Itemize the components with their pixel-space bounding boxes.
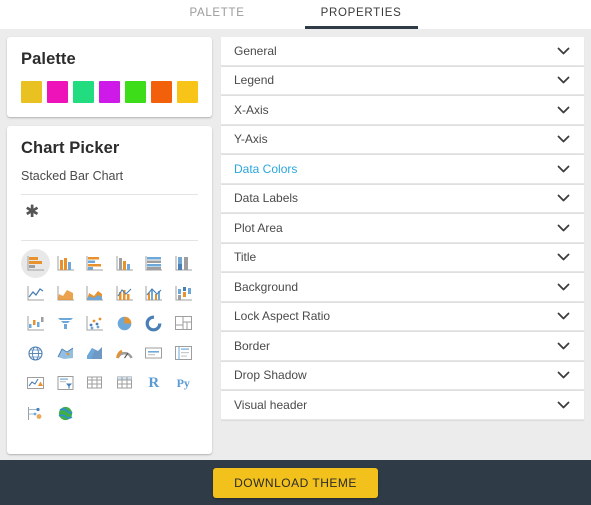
property-row-x-axis[interactable]: X-Axis: [221, 96, 584, 125]
property-label: Data Labels: [234, 191, 299, 206]
right-column: General Legend X-Axis Y-Axis Data Colors Data…: [221, 37, 584, 454]
stacked-bar-chart-icon[interactable]: [21, 248, 51, 278]
hundred-percent-stacked-bar-chart-icon[interactable]: [139, 248, 169, 278]
property-row-data-labels[interactable]: Data Labels: [221, 184, 584, 213]
download-theme-button[interactable]: DOWNLOAD THEME: [213, 467, 378, 498]
chevron-down-icon: [557, 401, 570, 409]
stacked-area-chart-icon[interactable]: [80, 278, 110, 308]
palette-swatch-2[interactable]: [47, 81, 68, 103]
clustered-bar-chart-icon[interactable]: [80, 248, 110, 278]
stacked-column-chart-icon[interactable]: [110, 248, 140, 278]
selected-chart-label: Stacked Bar Chart: [21, 169, 124, 183]
property-row-legend[interactable]: Legend: [221, 66, 584, 95]
palette-swatches: [21, 81, 198, 103]
chart-picker-title: Chart Picker: [21, 139, 120, 157]
divider-bottom: [21, 240, 198, 241]
properties-list: General Legend X-Axis Y-Axis Data Colors Data…: [221, 37, 584, 454]
chevron-down-icon: [557, 224, 570, 232]
property-label: Y-Axis: [234, 132, 268, 147]
funnel-chart-icon[interactable]: [51, 308, 81, 338]
table-icon[interactable]: [80, 368, 110, 398]
property-label: X-Axis: [234, 102, 269, 117]
palette-card: Palette: [7, 37, 212, 117]
line-clustered-column-chart-icon[interactable]: [139, 278, 169, 308]
property-label: Drop Shadow: [234, 368, 307, 383]
py-glyph: Py: [176, 375, 190, 390]
chevron-down-icon: [557, 135, 570, 143]
chevron-down-icon: [557, 342, 570, 350]
property-label: Legend: [234, 73, 275, 88]
property-label: Data Colors: [234, 161, 298, 176]
property-row-lock-aspect-ratio[interactable]: Lock Aspect Ratio: [221, 302, 584, 331]
chart-icon-grid: R Py: [21, 248, 198, 428]
palette-title: Palette: [21, 50, 76, 68]
waterfall-chart-icon[interactable]: [21, 308, 51, 338]
property-row-title[interactable]: Title: [221, 243, 584, 272]
palette-swatch-4[interactable]: [99, 81, 120, 103]
ribbon-chart-icon[interactable]: [169, 278, 199, 308]
palette-swatch-3[interactable]: [73, 81, 94, 103]
python-visual-icon[interactable]: Py: [169, 368, 199, 398]
arcgis-map-icon[interactable]: [51, 398, 81, 428]
chevron-down-icon: [557, 194, 570, 202]
property-row-y-axis[interactable]: Y-Axis: [221, 125, 584, 154]
area-chart-icon[interactable]: [51, 278, 81, 308]
line-chart-icon[interactable]: [21, 278, 51, 308]
property-label: Background: [234, 279, 299, 294]
custom-marker[interactable]: ✱: [21, 195, 198, 229]
r-script-visual-icon[interactable]: R: [139, 368, 169, 398]
property-row-drop-shadow[interactable]: Drop Shadow: [221, 361, 584, 390]
chevron-down-icon: [557, 76, 570, 84]
property-row-background[interactable]: Background: [221, 273, 584, 302]
kpi-icon[interactable]: [21, 368, 51, 398]
property-row-border[interactable]: Border: [221, 332, 584, 361]
chevron-down-icon: [557, 371, 570, 379]
main-tabbar: PALETTE PROPERTIES: [0, 0, 591, 29]
property-label: Border: [234, 338, 271, 353]
property-row-plot-area[interactable]: Plot Area: [221, 214, 584, 243]
chevron-down-icon: [557, 283, 570, 291]
pie-chart-icon[interactable]: [110, 308, 140, 338]
property-label: Title: [234, 250, 257, 265]
r-glyph: R: [148, 374, 160, 391]
chevron-down-icon: [557, 106, 570, 114]
chevron-down-icon: [557, 165, 570, 173]
property-label: Lock Aspect Ratio: [234, 309, 331, 324]
matrix-icon[interactable]: [110, 368, 140, 398]
key-influencers-icon[interactable]: [21, 398, 51, 428]
hundred-percent-stacked-column-chart-icon[interactable]: [169, 248, 199, 278]
property-label: General: [234, 43, 277, 58]
multi-row-card-icon[interactable]: [169, 338, 199, 368]
shape-map-icon[interactable]: [80, 338, 110, 368]
theme-generator-app: PALETTE PROPERTIES Palette Chart Picker …: [0, 0, 591, 505]
tab-palette[interactable]: PALETTE: [173, 7, 260, 30]
property-row-data-colors[interactable]: Data Colors: [221, 155, 584, 184]
gauge-icon[interactable]: [110, 338, 140, 368]
palette-swatch-1[interactable]: [21, 81, 42, 103]
scatter-chart-icon[interactable]: [80, 308, 110, 338]
palette-swatch-6[interactable]: [151, 81, 172, 103]
main-body: Palette Chart Picker Stacked Bar Chart ✱: [0, 29, 591, 460]
property-row-visual-header[interactable]: Visual header: [221, 391, 584, 420]
line-stacked-column-chart-icon[interactable]: [110, 278, 140, 308]
treemap-icon[interactable]: [169, 308, 199, 338]
tab-properties[interactable]: PROPERTIES: [304, 7, 418, 29]
map-icon[interactable]: [21, 338, 51, 368]
property-label: Plot Area: [234, 220, 283, 235]
chevron-down-icon: [557, 253, 570, 261]
property-row-general[interactable]: General: [221, 37, 584, 66]
footer-bar: DOWNLOAD THEME: [0, 460, 591, 505]
palette-swatch-5[interactable]: [125, 81, 146, 103]
left-column: Palette Chart Picker Stacked Bar Chart ✱: [7, 37, 212, 454]
clustered-column-chart-icon[interactable]: [51, 248, 81, 278]
chevron-down-icon: [557, 47, 570, 55]
chart-picker-card: Chart Picker Stacked Bar Chart ✱ R Py: [7, 126, 212, 454]
slicer-icon[interactable]: [51, 368, 81, 398]
filled-map-icon[interactable]: [51, 338, 81, 368]
donut-chart-icon[interactable]: [139, 308, 169, 338]
chevron-down-icon: [557, 312, 570, 320]
palette-swatch-7[interactable]: [177, 81, 198, 103]
property-label: Visual header: [234, 397, 308, 412]
card-icon[interactable]: [139, 338, 169, 368]
